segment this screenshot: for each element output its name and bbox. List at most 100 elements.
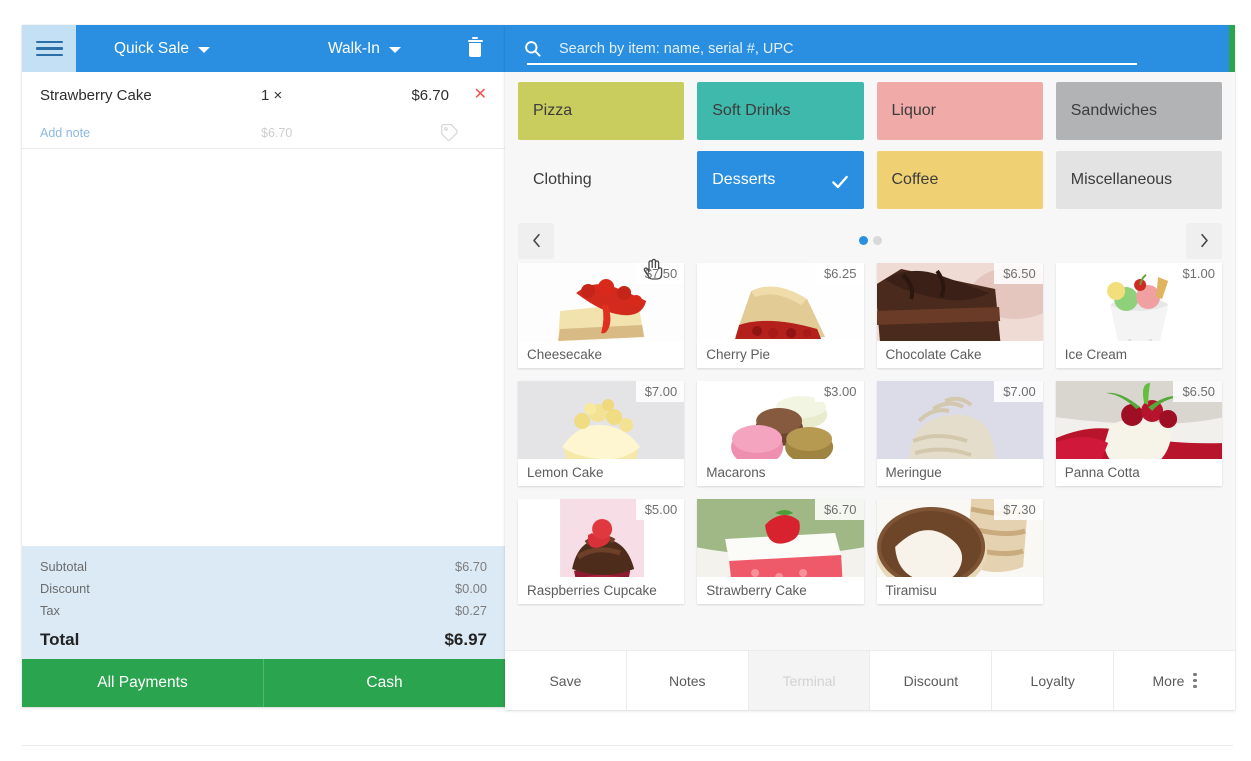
subtotal-row: Subtotal $6.70 xyxy=(40,556,487,578)
notes-label: Notes xyxy=(668,672,706,689)
carousel-dots xyxy=(505,236,1235,245)
payment-buttons: All Payments Cash xyxy=(22,659,505,707)
category-row-1: Pizza Soft Drinks Liquor Sandwiches xyxy=(518,82,1222,140)
more-button[interactable]: More xyxy=(1114,651,1235,710)
product-price: $6.50 xyxy=(1173,381,1222,402)
product-price: $6.25 xyxy=(814,263,864,284)
product-price: $7.00 xyxy=(994,381,1043,402)
product-card[interactable]: $3.00 Macarons xyxy=(697,381,864,486)
sale-type-label: Quick Sale xyxy=(114,39,189,57)
search-input[interactable] xyxy=(559,30,1235,67)
kebab-icon xyxy=(1193,673,1197,688)
catalog-panel: Pizza Soft Drinks Liquor Sandwiches Clot… xyxy=(505,25,1235,710)
category-tile-clothing[interactable]: Clothing xyxy=(518,151,684,209)
header-accent-strip xyxy=(1229,25,1235,72)
tax-row: Tax $0.27 xyxy=(40,600,487,622)
search-bar xyxy=(505,25,1235,72)
cart-item-quantity[interactable]: 1 × xyxy=(261,87,379,104)
category-label: Pizza xyxy=(533,102,573,119)
clear-cart-button[interactable] xyxy=(445,25,505,72)
action-toolbar: Save Notes Terminal Discount Loyalty Mor… xyxy=(505,650,1235,710)
terminal-button: Terminal xyxy=(748,651,871,710)
category-label: Sandwiches xyxy=(1070,102,1158,119)
product-name: Panna Cotta xyxy=(1055,459,1222,486)
cart-header: Quick Sale Walk-In xyxy=(22,25,505,72)
product-card[interactable]: $6.25 Cherry Pie xyxy=(697,263,864,368)
category-tile-miscellaneous[interactable]: Miscellaneous xyxy=(1055,151,1222,209)
product-grid: $7.50 Cheesecake $6.25 Cherry Pie $6.50 … xyxy=(505,261,1235,650)
product-price: $5.00 xyxy=(635,499,685,520)
all-payments-button[interactable]: All Payments xyxy=(22,659,263,707)
add-note-link[interactable]: Add note xyxy=(40,126,261,140)
product-name: Lemon Cake xyxy=(518,459,685,486)
total-row: Total $6.97 xyxy=(40,622,487,654)
category-tile-sandwiches[interactable]: Sandwiches xyxy=(1055,82,1222,140)
product-name: Chocolate Cake xyxy=(876,341,1043,368)
product-card[interactable]: $7.00 Lemon Cake xyxy=(518,381,685,486)
tag-icon xyxy=(440,123,459,142)
product-card[interactable]: $7.00 Meringue xyxy=(876,381,1043,486)
category-label: Clothing xyxy=(533,171,592,188)
category-tile-coffee[interactable]: Coffee xyxy=(876,151,1043,209)
tax-label: Tax xyxy=(40,603,60,618)
product-name: Macarons xyxy=(697,459,864,486)
check-icon xyxy=(830,172,850,197)
product-name: Meringue xyxy=(876,459,1043,486)
product-price: $6.70 xyxy=(814,499,864,520)
product-price: $1.00 xyxy=(1173,263,1222,284)
category-carousel xyxy=(505,220,1235,261)
carousel-dot[interactable] xyxy=(872,236,882,245)
category-tile-liquor[interactable]: Liquor xyxy=(876,82,1043,140)
subtotal-value: $6.70 xyxy=(454,559,487,574)
category-tile-desserts[interactable]: Desserts xyxy=(697,151,864,209)
hamburger-icon xyxy=(35,37,63,61)
product-card[interactable]: $7.30 Tiramisu xyxy=(876,499,1043,604)
product-card[interactable]: $6.50 Chocolate Cake xyxy=(876,263,1043,368)
product-name: Ice Cream xyxy=(1055,341,1222,368)
hamburger-menu-button[interactable] xyxy=(22,25,76,72)
product-name: Cheesecake xyxy=(518,341,685,368)
cart-header-controls: Quick Sale Walk-In xyxy=(76,25,445,72)
product-price: $6.50 xyxy=(994,263,1043,284)
product-price: $3.00 xyxy=(814,381,864,402)
total-label: Total xyxy=(40,629,80,649)
customer-dropdown[interactable]: Walk-In xyxy=(328,40,401,58)
product-price: $7.00 xyxy=(635,381,685,402)
carousel-dot-active[interactable] xyxy=(858,236,868,245)
category-tile-pizza[interactable]: Pizza xyxy=(518,82,685,140)
notes-button[interactable]: Notes xyxy=(627,651,749,710)
remove-item-button[interactable]: ✕ xyxy=(449,87,487,103)
product-price: $7.50 xyxy=(635,263,685,284)
pos-screen: Quick Sale Walk-In Strawberry Cake 1 × $… xyxy=(0,0,1251,761)
save-label: Save xyxy=(549,672,582,689)
loyalty-label: Loyalty xyxy=(1030,672,1075,689)
product-card[interactable]: $6.50 Panna Cotta xyxy=(1055,381,1222,486)
product-card[interactable]: $7.50 Cheesecake xyxy=(518,263,685,368)
save-button[interactable]: Save xyxy=(505,651,627,710)
chevron-down-icon xyxy=(197,46,210,53)
category-label: Soft Drinks xyxy=(712,102,791,119)
item-discount-button[interactable] xyxy=(379,123,487,142)
discount-label: Discount xyxy=(903,672,959,689)
carousel-prev-button[interactable] xyxy=(518,222,554,259)
product-card[interactable]: $5.00 Raspberries Cupcake xyxy=(518,499,685,604)
carousel-next-button[interactable] xyxy=(1186,222,1222,259)
cart-line-main: Strawberry Cake 1 × $6.70 ✕ xyxy=(40,72,487,118)
category-tiles: Pizza Soft Drinks Liquor Sandwiches Clot… xyxy=(505,72,1235,220)
product-card[interactable]: $1.00 Ice Cream xyxy=(1055,263,1222,368)
cart-item-price: $6.70 xyxy=(411,86,449,104)
category-label: Coffee xyxy=(891,171,939,188)
total-value: $6.97 xyxy=(444,629,487,649)
loyalty-button[interactable]: Loyalty xyxy=(992,651,1115,710)
customer-label: Walk-In xyxy=(327,39,380,57)
category-label: Desserts xyxy=(712,171,776,188)
cart-line-item[interactable]: Strawberry Cake 1 × $6.70 ✕ Add note $6.… xyxy=(22,72,505,149)
product-grid-empty-slot xyxy=(1056,499,1222,604)
category-tile-soft-drinks[interactable]: Soft Drinks xyxy=(697,82,864,140)
sale-type-dropdown[interactable]: Quick Sale xyxy=(114,40,210,58)
discount-button[interactable]: Discount xyxy=(870,651,993,710)
product-card[interactable]: $6.70 Strawberry Cake xyxy=(697,499,864,604)
cash-button[interactable]: Cash xyxy=(263,659,505,707)
product-price: $7.30 xyxy=(994,499,1043,520)
order-totals: Subtotal $6.70 Discount $0.00 Tax $0.27 … xyxy=(22,545,505,659)
